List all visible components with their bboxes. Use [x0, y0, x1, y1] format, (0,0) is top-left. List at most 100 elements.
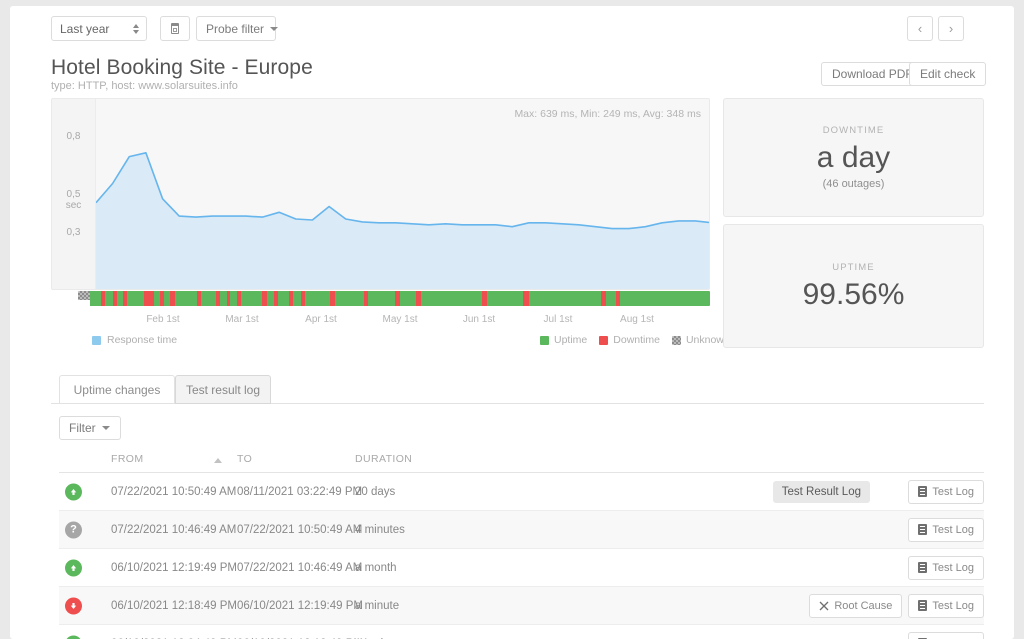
results-table: FROM TO DURATION 07/22/2021 10:50:49 AM 0… — [59, 449, 984, 639]
legend-item-downtime: Downtime — [599, 334, 660, 346]
uptime-bar-segment-uptime[interactable] — [90, 291, 102, 306]
cell-duration: 20 days — [355, 485, 396, 498]
cell-from: 07/22/2021 10:50:49 AM — [111, 485, 237, 498]
uptime-card-label: UPTIME — [832, 261, 875, 273]
probe-filter-button[interactable]: Probe filter — [196, 16, 279, 41]
test-log-button[interactable]: Test Log — [908, 555, 984, 580]
y-axis-unit: sec — [65, 200, 82, 211]
test-log-button[interactable]: Test Log — [908, 479, 984, 504]
downtime-card-label: DOWNTIME — [822, 125, 885, 137]
test-log-label: Test Log — [932, 485, 974, 498]
cell-from: 06/10/2021 12:19:49 PM — [111, 561, 237, 574]
status-up-icon — [65, 635, 82, 639]
calendar-button[interactable] — [160, 16, 190, 41]
uptime-bar-segment-unknown[interactable] — [78, 291, 91, 300]
table-row[interactable]: 06/10/2021 12:18:49 PM 06/10/2021 12:19:4… — [59, 587, 984, 625]
cell-to: 08/11/2021 03:22:49 PM — [237, 485, 363, 498]
test-log-button[interactable]: Test Log — [908, 631, 984, 639]
column-header-to[interactable]: TO — [237, 453, 252, 465]
test-result-log-tooltip: Test Result Log — [772, 480, 870, 503]
cell-to: 06/10/2021 12:19:49 PM — [237, 599, 363, 612]
row-actions: Test Log — [908, 631, 984, 639]
test-log-label: Test Log — [932, 523, 974, 536]
document-icon — [918, 524, 928, 535]
page-subtitle: type: HTTP, host: www.solarsuites.info — [51, 80, 238, 92]
uptime-bar-segment-uptime[interactable] — [105, 291, 114, 306]
downtime-card: DOWNTIME a day (46 outages) — [723, 98, 984, 217]
column-header-from[interactable]: FROM — [111, 453, 144, 465]
uptime-bar-segment-uptime[interactable] — [528, 291, 602, 306]
legend-item-unknown: Unknown — [671, 334, 730, 346]
uptime-bar-segment-uptime[interactable] — [175, 291, 198, 306]
filter-button[interactable]: Filter — [59, 416, 121, 440]
document-icon — [918, 600, 928, 611]
root-cause-button[interactable]: Root Cause — [809, 593, 903, 618]
test-log-label: Test Log — [932, 599, 974, 612]
response-time-swatch-icon — [92, 335, 101, 345]
x-axis-tick: May 1st — [382, 314, 418, 325]
sort-ascending-icon[interactable] — [214, 458, 222, 463]
cell-from: 07/22/2021 10:46:49 AM — [111, 523, 237, 536]
uptime-bar-segment-downtime[interactable] — [144, 291, 155, 306]
test-log-button[interactable]: Test Log — [908, 593, 984, 618]
x-axis-tick: Aug 1st — [620, 314, 654, 325]
uptime-bar-segment-uptime[interactable] — [201, 291, 216, 306]
legend-label-downtime: Downtime — [613, 334, 660, 346]
uptime-bar-segment-uptime[interactable] — [399, 291, 417, 306]
uptime-card: UPTIME 99.56% — [723, 224, 984, 348]
uptime-bar-segment-uptime[interactable] — [277, 291, 290, 306]
document-icon — [918, 562, 928, 573]
chevron-down-icon — [101, 426, 110, 430]
status-up-icon — [65, 559, 82, 576]
table-row[interactable]: 07/22/2021 10:50:49 AM 08/11/2021 03:22:4… — [59, 473, 984, 511]
legend-label-uptime: Uptime — [554, 334, 588, 346]
legend-label-response-time: Response time — [107, 334, 178, 346]
uptime-bar-segment-uptime[interactable] — [241, 291, 263, 306]
downtime-swatch-icon — [599, 335, 609, 345]
uptime-bar-segment-uptime[interactable] — [420, 291, 483, 306]
tab-test-result-log[interactable]: Test result log — [175, 375, 271, 404]
uptime-bar-segment-uptime[interactable] — [230, 291, 238, 306]
x-axis-tick: Mar 1st — [225, 314, 259, 325]
uptime-bar-segment-uptime[interactable] — [267, 291, 274, 306]
uptime-bar-segment-uptime[interactable] — [292, 291, 301, 306]
chevron-down-icon — [270, 26, 279, 31]
uptime-bar-segment-uptime[interactable] — [368, 291, 396, 306]
table-body: 07/22/2021 10:50:49 AM 08/11/2021 03:22:4… — [59, 473, 984, 639]
edit-check-button[interactable]: Edit check — [909, 62, 987, 86]
uptime-bar-segment-uptime[interactable] — [304, 291, 331, 306]
uptime-card-value: 99.56% — [802, 277, 905, 311]
response-time-area — [96, 152, 709, 289]
top-toolbar: Last year Probe filter ‹ › — [10, 6, 1014, 50]
uptime-status-bar[interactable] — [78, 291, 710, 306]
table-row[interactable]: 06/10/2021 12:04:49 PM06/10/2021 12:18:4… — [59, 625, 984, 639]
cell-from: 06/10/2021 12:18:49 PM — [111, 599, 237, 612]
date-range-select[interactable]: Last year — [51, 16, 147, 41]
uptime-bar-segment-uptime[interactable] — [126, 291, 145, 306]
table-row[interactable]: 06/10/2021 12:19:49 PM 07/22/2021 10:46:4… — [59, 549, 984, 587]
column-header-duration[interactable]: DURATION — [355, 453, 412, 465]
page-title: Hotel Booking Site - Europe — [51, 56, 313, 79]
downtime-card-sub: (46 outages) — [822, 177, 885, 190]
test-log-button[interactable]: Test Log — [908, 517, 984, 542]
x-axis-tick: Jul 1st — [543, 314, 573, 325]
uptime-bar-segment-uptime[interactable] — [486, 291, 523, 306]
app-window: Last year Probe filter ‹ › Hotel Booking… — [10, 6, 1014, 639]
tab-uptime-changes[interactable]: Uptime changes — [59, 375, 175, 404]
next-period-button[interactable]: › — [938, 16, 964, 41]
filter-label: Filter — [69, 421, 96, 435]
uptime-bar-segment-uptime[interactable] — [334, 291, 364, 306]
unknown-swatch-icon — [671, 335, 681, 345]
uptime-bar-segment-uptime[interactable] — [620, 291, 710, 306]
chevron-right-icon: › — [948, 21, 954, 36]
table-row[interactable]: ? 07/22/2021 10:46:49 AM 07/22/2021 10:50:… — [59, 511, 984, 549]
response-time-chart[interactable]: sec Max: 639 ms, Min: 249 ms, Avg: 348 m… — [51, 98, 710, 290]
uptime-bar-segment-uptime[interactable] — [605, 291, 616, 306]
stepper-icon[interactable] — [133, 23, 139, 34]
cell-to: 07/22/2021 10:46:49 AM — [237, 561, 363, 574]
status-up-icon — [65, 483, 82, 500]
row-actions: Test Log — [908, 479, 984, 504]
chart-legend-right: Uptime Downtime Unknown — [540, 334, 730, 346]
previous-period-button[interactable]: ‹ — [907, 16, 933, 41]
uptime-bar-segment-uptime[interactable] — [219, 291, 227, 306]
